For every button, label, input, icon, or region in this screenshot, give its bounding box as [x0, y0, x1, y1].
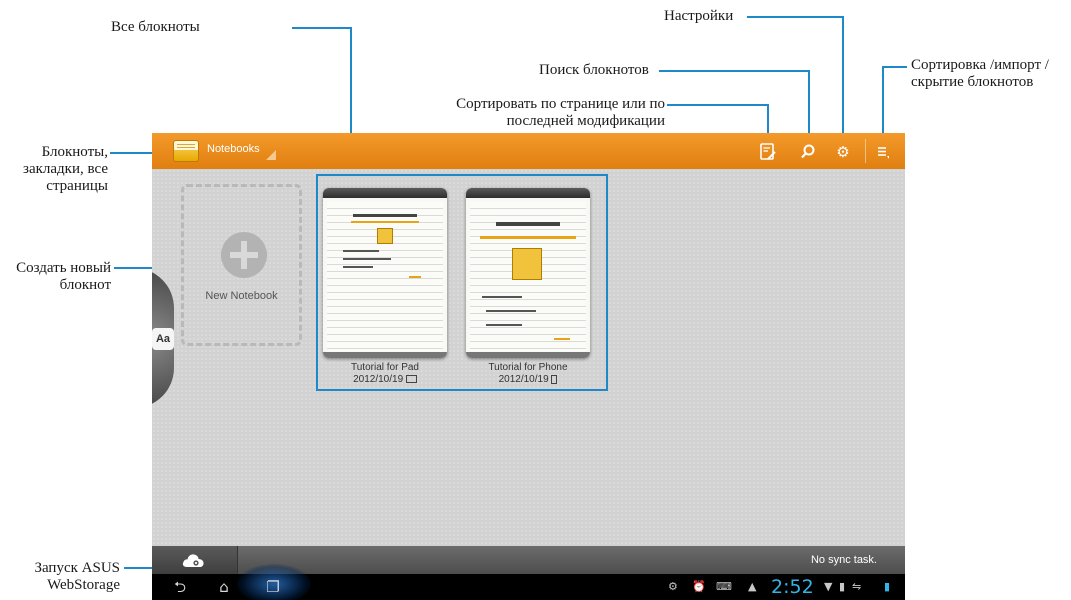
annotation-create-new: Создать новый блокнот — [0, 260, 111, 294]
overflow-menu-icon-svg — [878, 147, 889, 159]
text-mode-icon[interactable]: Aa — [152, 328, 174, 350]
notebooks-dropdown-title[interactable]: Notebooks — [207, 143, 260, 155]
annotation-launch-webstorage: Запуск ASUS WebStorage — [0, 560, 120, 594]
annotation-line: последней модификации — [506, 113, 665, 129]
text-scribble — [343, 250, 379, 252]
cover-subtitle-scribble — [351, 221, 419, 223]
notebook-date-row: 2012/10/19 — [466, 374, 590, 386]
cloud-sync-icon — [182, 554, 204, 567]
notebook-app-icon[interactable] — [173, 140, 199, 162]
note-tag-scribble — [409, 276, 421, 278]
annotation-all-notebooks: Все блокноты — [111, 19, 200, 35]
annotation-sort-import-hide: Сортировка /импорт / скрытие блокнотов — [911, 57, 1049, 91]
callout-line — [292, 27, 352, 29]
callout-line — [842, 16, 844, 142]
annotation-notebooks-bookmarks: Блокноты, закладки, все страницы — [0, 144, 108, 195]
callout-line — [667, 104, 769, 106]
text-scribble — [486, 310, 536, 312]
sort-by-page-icon-svg — [760, 143, 776, 160]
usb-icon: ⇋ — [852, 580, 862, 593]
system-nav-bar: ⮌ ⌂ ❐ ⚙ ⏰ ⌨ ▲ 2:52 ▼ ▮ ⇋ ▮ — [152, 564, 905, 600]
alarm-icon: ⏰ — [692, 580, 706, 593]
status-clock: 2:52 — [771, 576, 814, 598]
home-icon[interactable]: ⌂ — [209, 577, 239, 597]
search-icon[interactable] — [797, 141, 819, 163]
overflow-menu-icon[interactable] — [872, 141, 894, 163]
text-scribble — [482, 296, 522, 298]
annotation-line: Сортировать по странице или по — [456, 96, 665, 112]
mini-notebook-icon — [377, 228, 393, 244]
notebook-label: Tutorial for Phone 2012/10/19 — [466, 362, 590, 386]
annotation-line: Запуск ASUS — [34, 560, 120, 576]
tablet-icon — [405, 375, 417, 384]
annotation-search: Поиск блокнотов — [539, 62, 649, 78]
notebook-date: 2012/10/19 — [353, 374, 404, 385]
notebook-bottom-edge — [323, 352, 447, 358]
search-icon-svg — [801, 144, 815, 159]
text-scribble — [343, 266, 373, 268]
plus-icon — [221, 232, 267, 278]
recent-apps-icon[interactable]: ❐ — [258, 577, 288, 597]
notebook-bottom-edge — [466, 352, 590, 358]
all-notebooks-highlight: Tutorial for Pad 2012/10/19 Tutorial for… — [316, 174, 608, 391]
dropdown-caret-icon — [266, 150, 276, 160]
warning-icon: ▲ — [748, 580, 757, 593]
notebook-date: 2012/10/19 — [498, 374, 549, 385]
cover-title-scribble — [353, 214, 417, 217]
annotation-sort-by-page: Сортировать по странице или по последней… — [420, 96, 665, 130]
wifi-icon: ▼ — [824, 580, 833, 593]
back-icon[interactable]: ⮌ — [165, 577, 195, 597]
battery-icon: ▮ — [884, 580, 891, 593]
callout-line — [659, 70, 810, 72]
annotation-line: закладки, все — [23, 161, 108, 177]
webstorage-button[interactable] — [152, 546, 238, 574]
keyboard-icon: ⌨ — [716, 580, 732, 593]
notebook-title: Tutorial for Phone — [488, 362, 568, 373]
new-notebook-label: New Notebook — [205, 290, 278, 302]
text-scribble — [343, 258, 391, 260]
tablet-screen: Notebooks ⚙ Aa New Notebook Tutorial for… — [152, 133, 905, 600]
annotation-line: скрытие блокнотов — [911, 74, 1034, 90]
signal-icon: ▮ — [839, 580, 846, 593]
annotation-line: Создать новый — [16, 260, 111, 276]
text-scribble — [486, 324, 522, 326]
notebook-cover[interactable] — [323, 188, 447, 358]
notification-icon: ⚙ — [668, 580, 678, 593]
new-notebook-button[interactable]: New Notebook — [181, 184, 302, 346]
notebook-binding — [466, 188, 590, 198]
annotation-line: блокнот — [59, 277, 111, 293]
annotation-settings: Настройки — [664, 8, 734, 24]
callout-line — [882, 66, 907, 68]
callout-line — [882, 66, 884, 142]
notebook-cover[interactable] — [466, 188, 590, 358]
notebook-page-preview — [327, 202, 443, 352]
action-bar-divider — [865, 139, 866, 163]
note-tag-scribble — [554, 338, 570, 340]
annotation-line: WebStorage — [47, 577, 120, 593]
notebook-binding — [323, 188, 447, 198]
phone-icon — [551, 374, 558, 384]
notebook-label: Tutorial for Pad 2012/10/19 — [323, 362, 447, 386]
action-bar: Notebooks ⚙ — [152, 133, 905, 169]
cover-subtitle-scribble — [480, 236, 576, 239]
mini-notebook-icon — [512, 248, 542, 280]
sync-status-text: No sync task. — [810, 554, 877, 566]
callout-line — [808, 70, 810, 142]
annotation-line: страницы — [46, 178, 108, 194]
sort-by-page-icon[interactable] — [757, 141, 779, 163]
settings-gear-icon[interactable]: ⚙ — [832, 141, 854, 163]
callout-line — [747, 16, 844, 18]
notebook-date-row: 2012/10/19 — [323, 374, 447, 386]
annotation-line: Блокноты, — [41, 144, 108, 160]
cover-title-scribble — [496, 222, 560, 226]
annotation-line: Сортировка /импорт / — [911, 57, 1049, 73]
notebook-title: Tutorial for Pad — [351, 362, 419, 373]
